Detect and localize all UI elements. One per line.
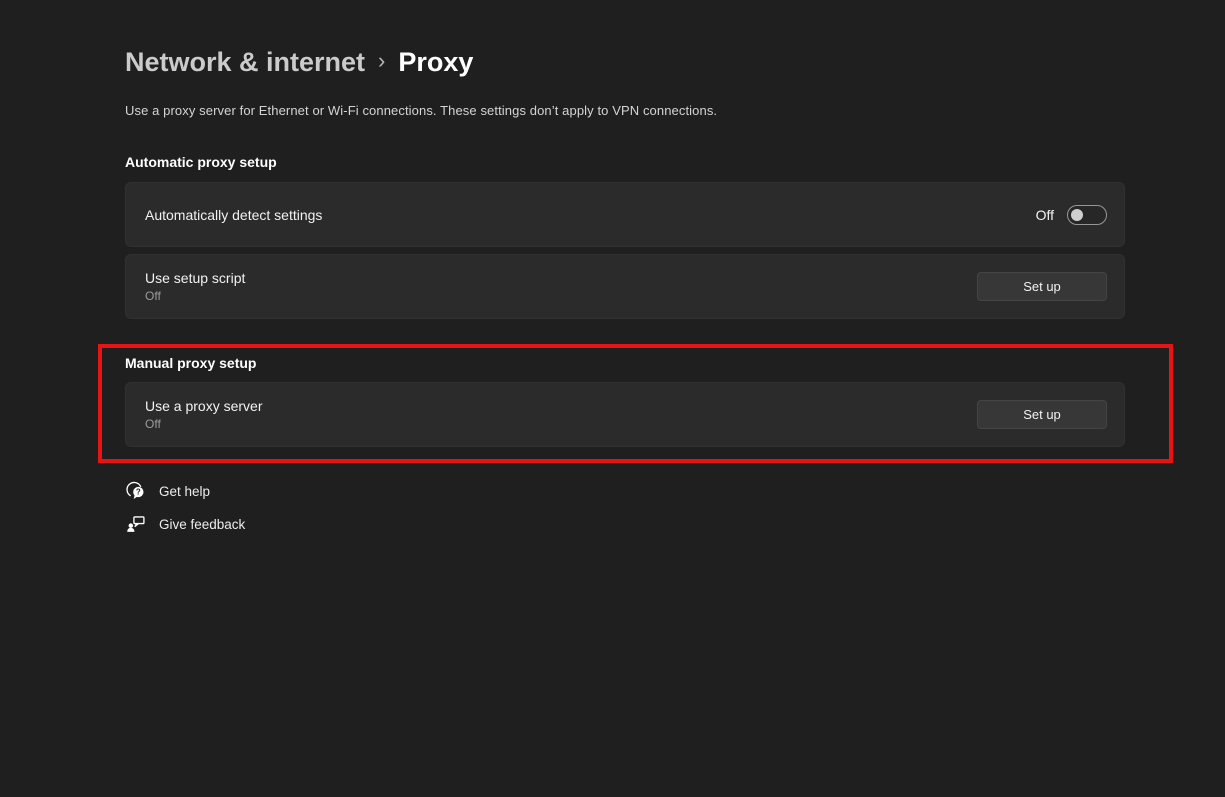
page-description: Use a proxy server for Ethernet or Wi-Fi… — [125, 103, 717, 118]
setup-script-status: Off — [145, 289, 245, 303]
get-help-label: Get help — [159, 484, 210, 499]
auto-detect-toggle-group: Off — [1036, 205, 1107, 225]
chevron-right-icon: › — [365, 48, 398, 74]
feedback-person-icon — [126, 514, 146, 534]
setting-card-setup-script: Use setup script Off Set up — [125, 254, 1125, 319]
breadcrumb: Network & internet › Proxy — [125, 47, 473, 78]
toggle-knob — [1071, 209, 1083, 221]
auto-detect-toggle[interactable] — [1067, 205, 1107, 225]
section-title-manual-proxy: Manual proxy setup — [125, 355, 256, 371]
give-feedback-link[interactable]: Give feedback — [126, 514, 245, 534]
toggle-state-label: Off — [1036, 207, 1054, 223]
page-title: Proxy — [398, 47, 473, 78]
setting-card-auto-detect: Automatically detect settings Off — [125, 182, 1125, 247]
get-help-link[interactable]: ? Get help — [126, 481, 210, 501]
proxy-server-label: Use a proxy server — [145, 398, 262, 414]
proxy-server-setup-button[interactable]: Set up — [977, 400, 1107, 429]
proxy-server-text: Use a proxy server Off — [145, 398, 262, 431]
setup-script-text: Use setup script Off — [145, 270, 245, 303]
give-feedback-label: Give feedback — [159, 517, 245, 532]
breadcrumb-network-internet[interactable]: Network & internet — [125, 47, 365, 78]
setting-card-proxy-server: Use a proxy server Off Set up — [125, 382, 1125, 447]
proxy-server-status: Off — [145, 417, 262, 431]
setup-script-label: Use setup script — [145, 270, 245, 286]
section-title-automatic-proxy: Automatic proxy setup — [125, 154, 277, 170]
setup-script-button[interactable]: Set up — [977, 272, 1107, 301]
settings-window: Network & internet › Proxy Use a proxy s… — [0, 0, 1225, 797]
auto-detect-label: Automatically detect settings — [145, 207, 322, 223]
svg-text:?: ? — [136, 488, 141, 497]
help-chat-icon: ? — [126, 481, 146, 501]
